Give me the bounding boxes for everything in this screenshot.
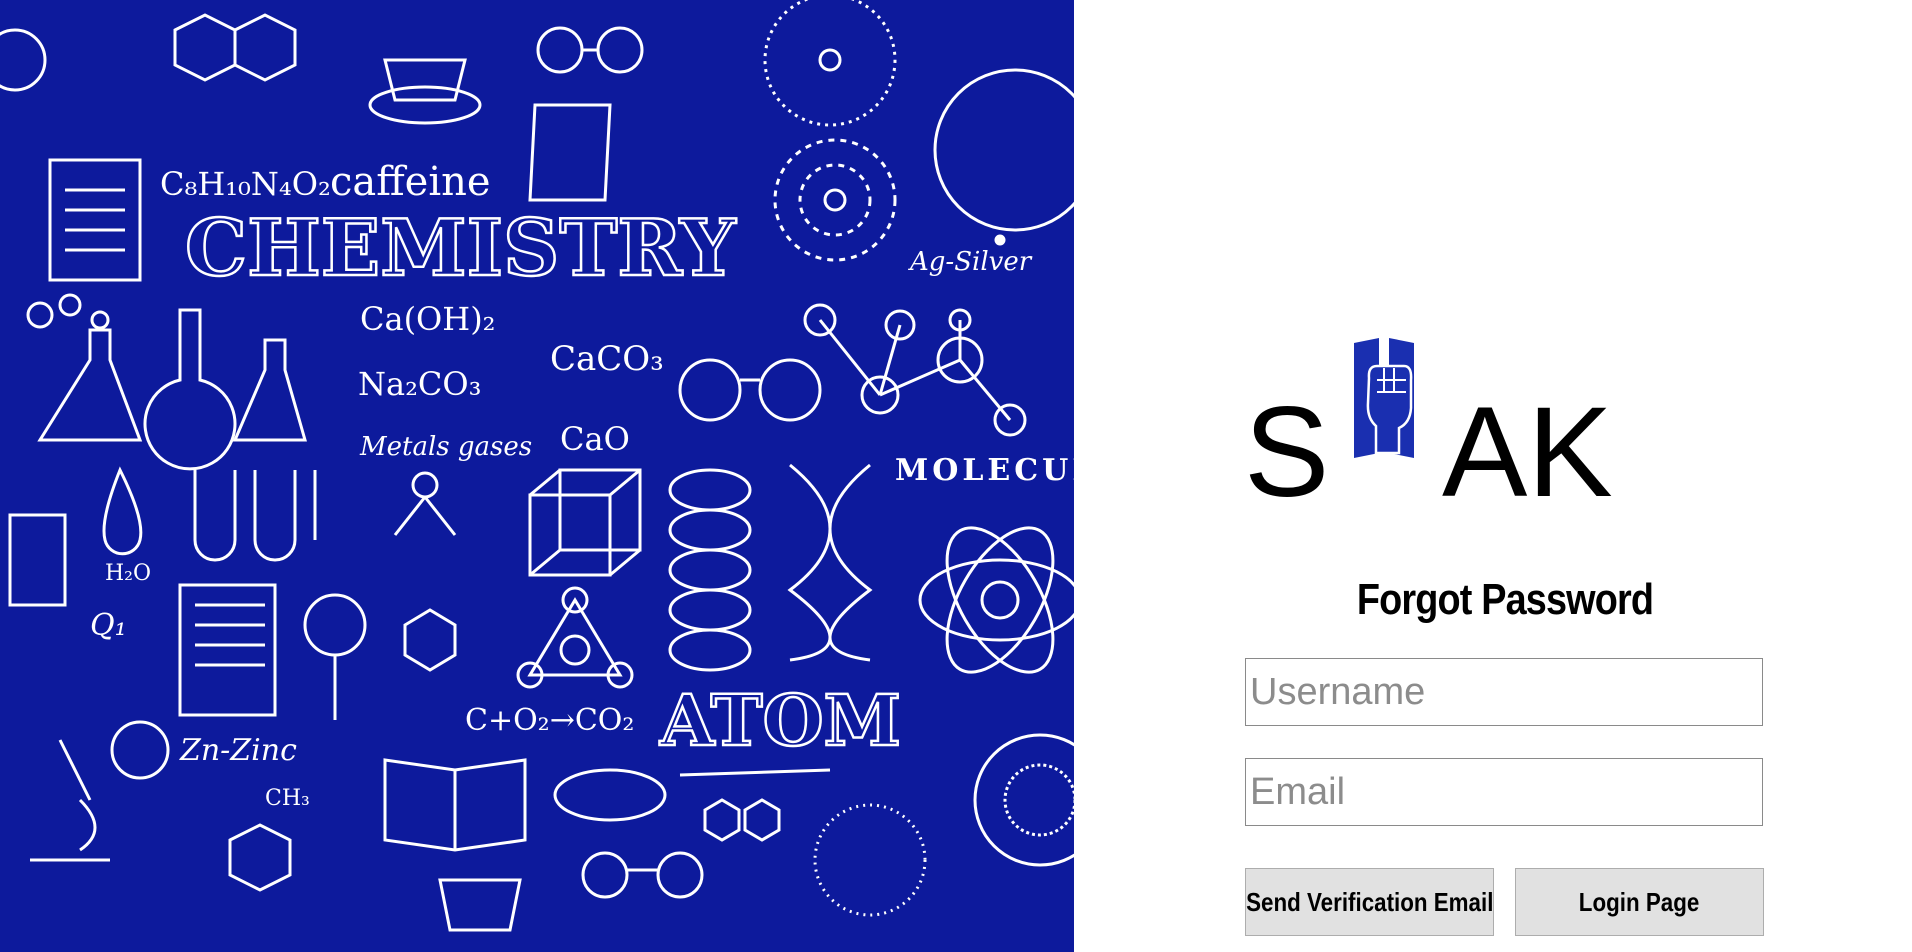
combustion-equation: C+O₂→CO₂: [465, 703, 634, 738]
username-input[interactable]: [1245, 658, 1763, 726]
chemistry-word: CHEMISTRY: [185, 203, 737, 294]
reaction-caco3: CaCO₃: [550, 339, 664, 379]
caffeine-formula: C₈H₁₀N₄O₂: [160, 165, 331, 203]
chemistry-illustration-panel: CHEMISTRY ATOM MOLECUL caffeine C₈H₁₀N₄O…: [0, 0, 1074, 952]
login-page-button[interactable]: Login Page: [1515, 868, 1764, 936]
logo-letter-s: S: [1244, 381, 1329, 508]
login-page-label: Login Page: [1579, 886, 1700, 917]
silver-label: Ag-Silver: [908, 247, 1033, 277]
forgot-password-panel: S AK Forgot Password Send Verification E…: [1074, 0, 1912, 952]
app-logo: S AK: [1244, 338, 1613, 508]
chemistry-doodle-art: CHEMISTRY ATOM MOLECUL caffeine C₈H₁₀N₄O…: [0, 0, 1074, 952]
raised-fist-book-icon: [1354, 338, 1414, 458]
reaction-cao: CaO: [560, 420, 630, 458]
reaction-na2co3: Na₂CO₃: [358, 365, 481, 403]
logo-letters-ak: AK: [1442, 381, 1613, 508]
molecule-word: MOLECUL: [895, 453, 1074, 488]
forgot-password-page: CHEMISTRY ATOM MOLECUL caffeine C₈H₁₀N₄O…: [0, 0, 1912, 952]
q1-label: Q₁: [90, 608, 127, 643]
ch3-label: CH₃: [265, 786, 310, 811]
email-input[interactable]: [1245, 758, 1763, 826]
forgot-password-heading: Forgot Password: [1356, 575, 1654, 624]
caffeine-label: caffeine: [330, 159, 491, 205]
reaction-caoh2: Ca(OH)₂: [360, 300, 496, 338]
atom-word: ATOM: [659, 679, 901, 762]
water-label: H₂O: [105, 561, 151, 586]
send-verification-email-button[interactable]: Send Verification Email: [1245, 868, 1494, 936]
metals-gases-label: Metals gases: [359, 432, 532, 462]
send-verification-email-label: Send Verification Email: [1245, 886, 1494, 917]
zinc-label: Zn-Zinc: [179, 733, 297, 768]
